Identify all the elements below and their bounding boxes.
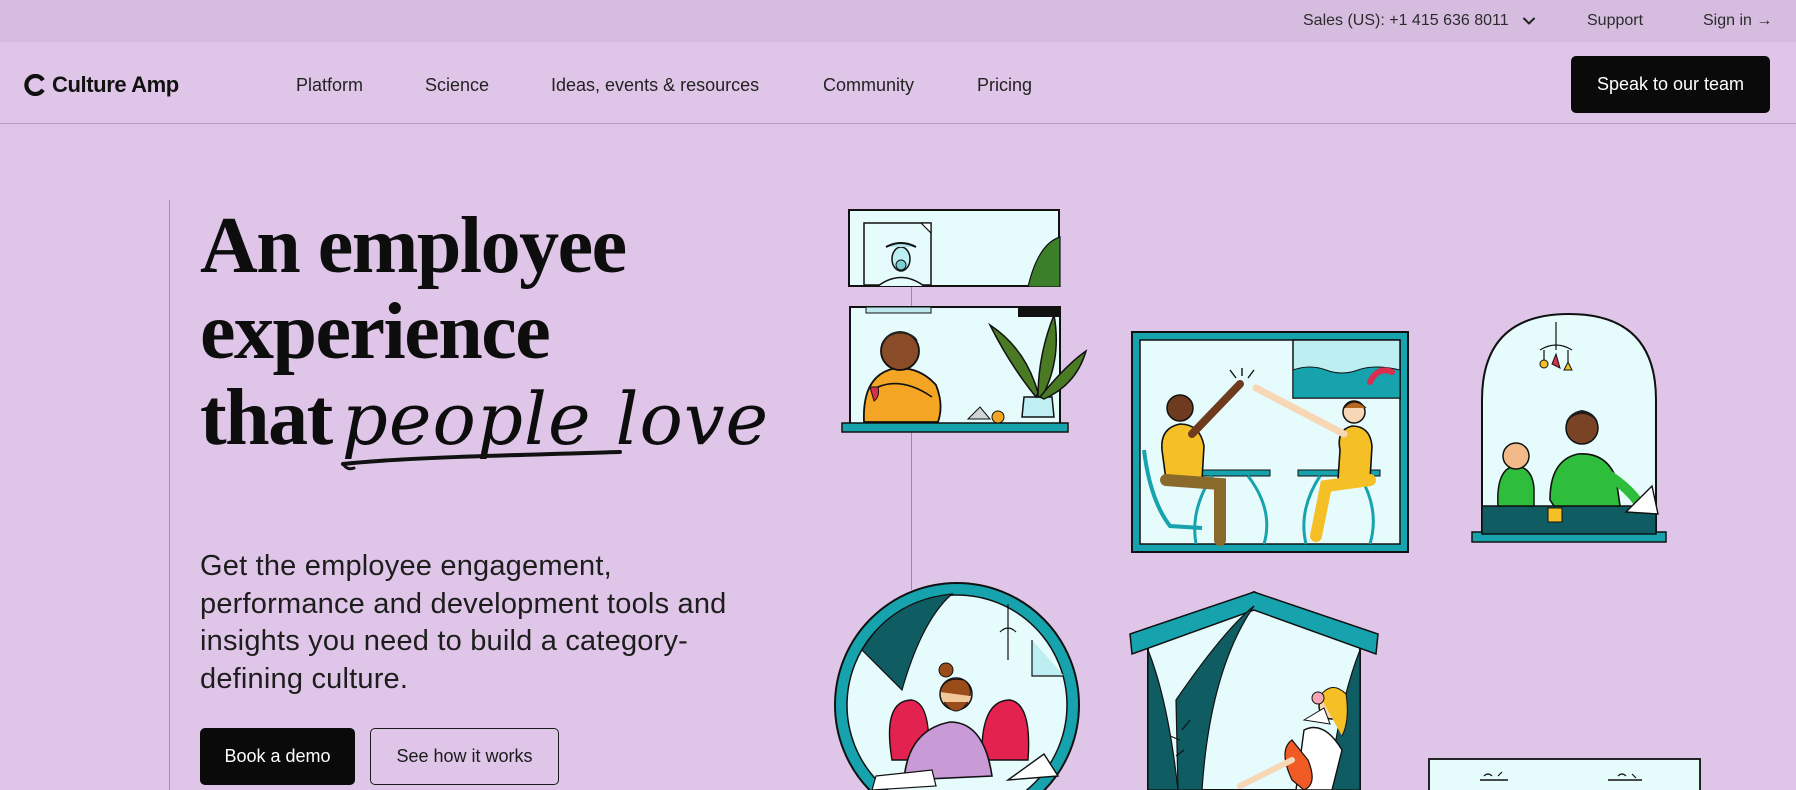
- chevron-down-icon: [1522, 17, 1535, 25]
- nav-ideas-events-resources[interactable]: Ideas, events & resources: [551, 75, 759, 96]
- hero-title-line-2: experience: [200, 288, 551, 376]
- brand-name: Culture Amp: [52, 72, 179, 97]
- nav-platform[interactable]: Platform: [296, 75, 363, 96]
- support-link[interactable]: Support: [1587, 12, 1643, 30]
- tent-window-reader-illustration: [1129, 590, 1379, 790]
- hero-title-line-1: An employee: [200, 202, 627, 290]
- brand-logo[interactable]: Culture Amp: [24, 72, 179, 98]
- hero-subtitle: Get the employee engagement, performance…: [200, 550, 727, 695]
- hero-title: An employee experience that people love: [200, 203, 769, 462]
- sign-in-link[interactable]: Sign in →: [1703, 12, 1772, 30]
- utility-bar: Sales (US): +1 415 636 8011 Support Sign…: [0, 0, 1796, 42]
- culture-amp-logo-icon: [24, 74, 45, 96]
- book-demo-button[interactable]: Book a demo: [200, 728, 355, 785]
- hero-divider: [169, 200, 170, 790]
- speak-to-team-button[interactable]: Speak to our team: [1571, 56, 1770, 113]
- nav-science[interactable]: Science: [425, 75, 489, 96]
- script-underline-icon: [341, 450, 622, 471]
- hero-title-that: that: [200, 374, 333, 462]
- window-portrait-illustration: [848, 209, 1061, 287]
- sales-phone-label: Sales (US): +1 415 636 8011: [1303, 12, 1509, 29]
- sales-phone-dropdown[interactable]: Sales (US): +1 415 636 8011: [1303, 12, 1535, 30]
- nav-pricing[interactable]: Pricing: [977, 75, 1032, 96]
- main-nav: Culture Amp Platform Science Ideas, even…: [0, 42, 1796, 124]
- see-how-it-works-button[interactable]: See how it works: [370, 728, 559, 785]
- arched-window-baby-illustration: [1471, 312, 1667, 543]
- nav-community[interactable]: Community: [823, 75, 914, 96]
- mirrored-sign-illustration: [1428, 758, 1701, 790]
- window-self-hug-illustration: [841, 306, 1088, 433]
- round-window-thinker-illustration: [834, 582, 1080, 790]
- window-high-five-illustration: [1131, 331, 1409, 553]
